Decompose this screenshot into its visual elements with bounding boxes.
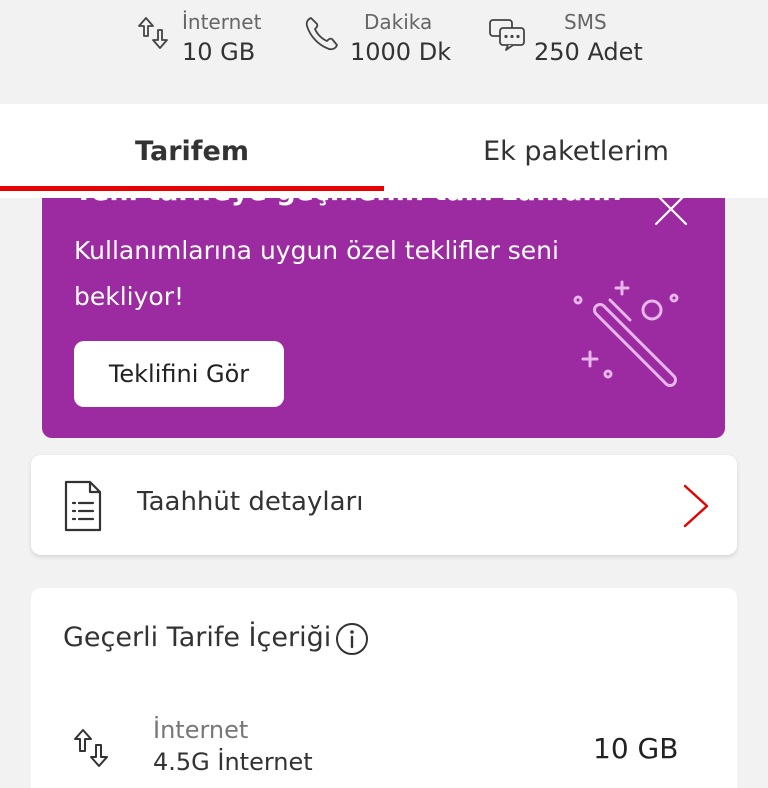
tariff-row-value: 10 GB	[593, 732, 679, 765]
tariff-row-subtitle: 4.5G İnternet	[153, 748, 313, 776]
tariff-content-card: Geçerli Tarife İçeriği İnternet 4.5G İnt…	[31, 588, 737, 788]
promo-title: Yeni tarifeye geçmenin tam zamanı!	[74, 198, 623, 207]
tariff-row-name: İnternet	[153, 716, 249, 744]
summary-sms-value: 250 Adet	[534, 38, 643, 66]
internet-transfer-icon	[138, 17, 168, 49]
internet-transfer-icon	[74, 729, 108, 767]
see-offer-button[interactable]: Teklifini Gör	[74, 341, 284, 407]
chat-bubbles-icon	[489, 19, 525, 51]
document-icon	[64, 480, 102, 532]
chevron-right-icon	[683, 484, 709, 528]
tab-ek-paketlerim[interactable]: Ek paketlerim	[384, 104, 768, 198]
commitment-details-label: Taahhüt detayları	[137, 487, 364, 517]
summary-sms-label: SMS	[564, 10, 607, 34]
tab-bar: Tarifem Ek paketlerim	[0, 104, 768, 198]
info-icon[interactable]	[335, 622, 369, 656]
tab-tarifem[interactable]: Tarifem	[0, 104, 384, 198]
promo-banner: Yeni tarifeye geçmenin tam zamanı! Kulla…	[42, 198, 725, 438]
usage-summary: İnternet 10 GB Dakika 1000 Dk SMS 250 Ad…	[0, 0, 768, 104]
summary-minutes-label: Dakika	[364, 10, 433, 34]
active-tab-indicator	[0, 186, 384, 191]
close-icon[interactable]	[650, 198, 692, 230]
phone-icon	[305, 17, 338, 51]
tariff-content-title: Geçerli Tarife İçeriği	[63, 622, 332, 653]
summary-sms: SMS 250 Adet	[488, 8, 648, 68]
promo-text: Kullanımlarına uygun özel teklifler seni…	[74, 236, 559, 311]
commitment-details-card[interactable]: Taahhüt detayları	[31, 455, 737, 555]
summary-minutes: Dakika 1000 Dk	[302, 8, 462, 68]
summary-minutes-value: 1000 Dk	[350, 38, 452, 66]
summary-internet: İnternet 10 GB	[136, 8, 276, 68]
summary-internet-value: 10 GB	[182, 38, 256, 66]
summary-internet-label: İnternet	[182, 10, 262, 34]
magic-wand-icon	[573, 280, 679, 387]
